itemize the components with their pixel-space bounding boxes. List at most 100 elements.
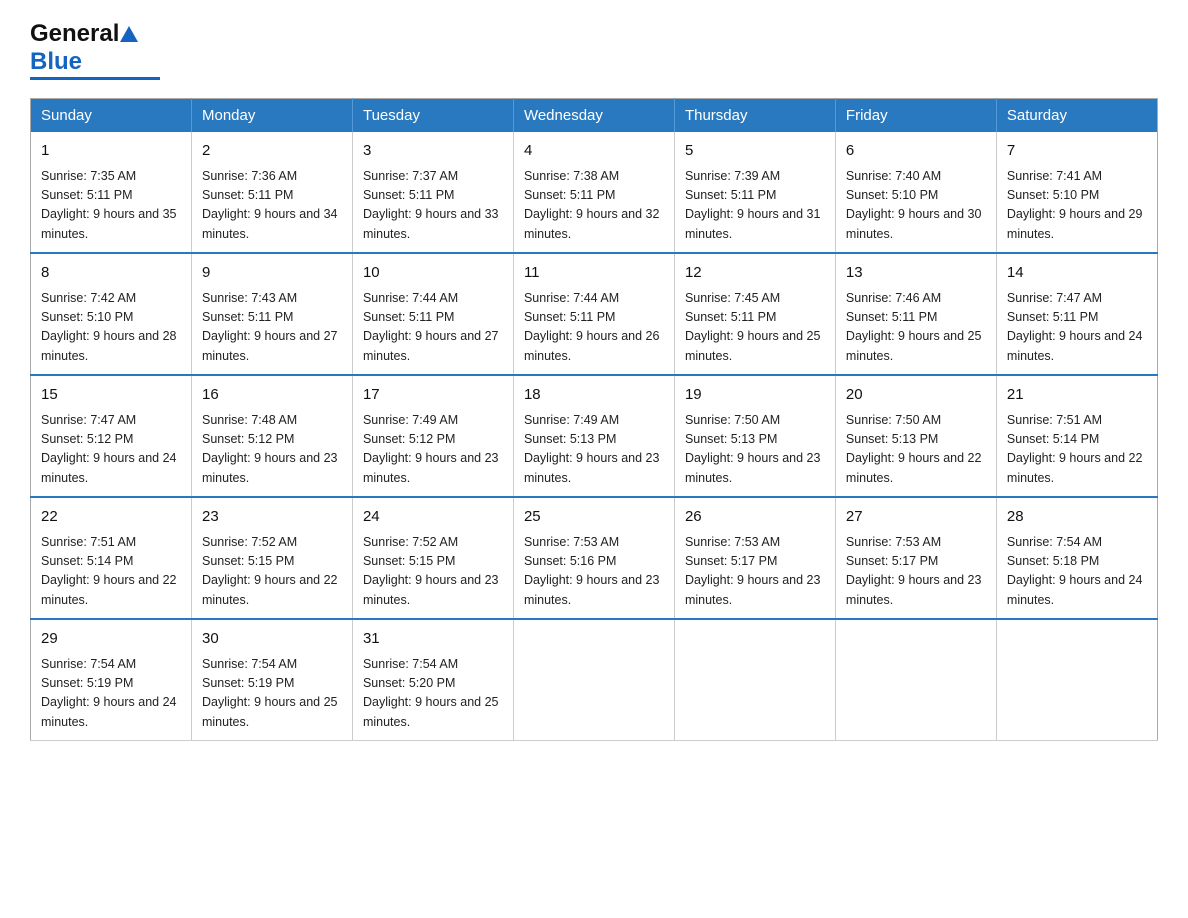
day-number: 12 <box>685 262 825 285</box>
day-number: 16 <box>202 384 342 407</box>
day-info: Sunrise: 7:35 AMSunset: 5:11 PMDaylight:… <box>41 167 181 245</box>
calendar-week-row: 1 Sunrise: 7:35 AMSunset: 5:11 PMDayligh… <box>31 132 1158 253</box>
logo: General Blue <box>30 20 160 80</box>
day-info: Sunrise: 7:53 AMSunset: 5:17 PMDaylight:… <box>846 533 986 611</box>
calendar-cell: 11 Sunrise: 7:44 AMSunset: 5:11 PMDaylig… <box>513 253 674 375</box>
day-number: 30 <box>202 628 342 651</box>
day-info: Sunrise: 7:44 AMSunset: 5:11 PMDaylight:… <box>524 289 664 367</box>
day-number: 2 <box>202 140 342 163</box>
calendar-cell: 22 Sunrise: 7:51 AMSunset: 5:14 PMDaylig… <box>31 497 192 619</box>
day-info: Sunrise: 7:36 AMSunset: 5:11 PMDaylight:… <box>202 167 342 245</box>
calendar-cell: 2 Sunrise: 7:36 AMSunset: 5:11 PMDayligh… <box>191 132 352 253</box>
calendar-cell: 3 Sunrise: 7:37 AMSunset: 5:11 PMDayligh… <box>352 132 513 253</box>
day-info: Sunrise: 7:51 AMSunset: 5:14 PMDaylight:… <box>1007 411 1147 489</box>
day-info: Sunrise: 7:51 AMSunset: 5:14 PMDaylight:… <box>41 533 181 611</box>
header-monday: Monday <box>191 99 352 133</box>
day-info: Sunrise: 7:43 AMSunset: 5:11 PMDaylight:… <box>202 289 342 367</box>
calendar-cell: 10 Sunrise: 7:44 AMSunset: 5:11 PMDaylig… <box>352 253 513 375</box>
day-info: Sunrise: 7:39 AMSunset: 5:11 PMDaylight:… <box>685 167 825 245</box>
day-info: Sunrise: 7:48 AMSunset: 5:12 PMDaylight:… <box>202 411 342 489</box>
day-info: Sunrise: 7:46 AMSunset: 5:11 PMDaylight:… <box>846 289 986 367</box>
day-info: Sunrise: 7:40 AMSunset: 5:10 PMDaylight:… <box>846 167 986 245</box>
calendar-cell: 31 Sunrise: 7:54 AMSunset: 5:20 PMDaylig… <box>352 619 513 741</box>
day-number: 7 <box>1007 140 1147 163</box>
day-info: Sunrise: 7:53 AMSunset: 5:16 PMDaylight:… <box>524 533 664 611</box>
calendar-cell: 21 Sunrise: 7:51 AMSunset: 5:14 PMDaylig… <box>996 375 1157 497</box>
day-info: Sunrise: 7:54 AMSunset: 5:20 PMDaylight:… <box>363 655 503 733</box>
day-number: 9 <box>202 262 342 285</box>
day-info: Sunrise: 7:50 AMSunset: 5:13 PMDaylight:… <box>685 411 825 489</box>
day-number: 3 <box>363 140 503 163</box>
day-info: Sunrise: 7:49 AMSunset: 5:13 PMDaylight:… <box>524 411 664 489</box>
calendar-cell: 29 Sunrise: 7:54 AMSunset: 5:19 PMDaylig… <box>31 619 192 741</box>
day-info: Sunrise: 7:45 AMSunset: 5:11 PMDaylight:… <box>685 289 825 367</box>
day-number: 13 <box>846 262 986 285</box>
calendar-cell <box>996 619 1157 741</box>
calendar-cell: 13 Sunrise: 7:46 AMSunset: 5:11 PMDaylig… <box>835 253 996 375</box>
day-number: 1 <box>41 140 181 163</box>
day-info: Sunrise: 7:37 AMSunset: 5:11 PMDaylight:… <box>363 167 503 245</box>
calendar-cell: 24 Sunrise: 7:52 AMSunset: 5:15 PMDaylig… <box>352 497 513 619</box>
logo-blue-text: Blue <box>30 48 82 75</box>
day-number: 24 <box>363 506 503 529</box>
calendar-week-row: 15 Sunrise: 7:47 AMSunset: 5:12 PMDaylig… <box>31 375 1158 497</box>
day-number: 6 <box>846 140 986 163</box>
page-header: General Blue <box>30 20 1158 80</box>
day-info: Sunrise: 7:41 AMSunset: 5:10 PMDaylight:… <box>1007 167 1147 245</box>
calendar-cell: 26 Sunrise: 7:53 AMSunset: 5:17 PMDaylig… <box>674 497 835 619</box>
calendar-cell: 23 Sunrise: 7:52 AMSunset: 5:15 PMDaylig… <box>191 497 352 619</box>
calendar-cell: 18 Sunrise: 7:49 AMSunset: 5:13 PMDaylig… <box>513 375 674 497</box>
calendar-cell: 1 Sunrise: 7:35 AMSunset: 5:11 PMDayligh… <box>31 132 192 253</box>
day-number: 10 <box>363 262 503 285</box>
calendar-cell: 9 Sunrise: 7:43 AMSunset: 5:11 PMDayligh… <box>191 253 352 375</box>
day-info: Sunrise: 7:42 AMSunset: 5:10 PMDaylight:… <box>41 289 181 367</box>
day-number: 11 <box>524 262 664 285</box>
logo-underline <box>30 77 160 80</box>
calendar-cell: 16 Sunrise: 7:48 AMSunset: 5:12 PMDaylig… <box>191 375 352 497</box>
header-wednesday: Wednesday <box>513 99 674 133</box>
calendar-cell: 8 Sunrise: 7:42 AMSunset: 5:10 PMDayligh… <box>31 253 192 375</box>
day-number: 25 <box>524 506 664 529</box>
header-thursday: Thursday <box>674 99 835 133</box>
day-number: 15 <box>41 384 181 407</box>
calendar-week-row: 22 Sunrise: 7:51 AMSunset: 5:14 PMDaylig… <box>31 497 1158 619</box>
calendar-week-row: 8 Sunrise: 7:42 AMSunset: 5:10 PMDayligh… <box>31 253 1158 375</box>
calendar-cell: 12 Sunrise: 7:45 AMSunset: 5:11 PMDaylig… <box>674 253 835 375</box>
calendar-week-row: 29 Sunrise: 7:54 AMSunset: 5:19 PMDaylig… <box>31 619 1158 741</box>
day-number: 26 <box>685 506 825 529</box>
day-info: Sunrise: 7:54 AMSunset: 5:19 PMDaylight:… <box>41 655 181 733</box>
logo-general-text: General <box>30 20 119 48</box>
calendar-cell: 27 Sunrise: 7:53 AMSunset: 5:17 PMDaylig… <box>835 497 996 619</box>
calendar-header-row: SundayMondayTuesdayWednesdayThursdayFrid… <box>31 99 1158 133</box>
calendar-cell <box>835 619 996 741</box>
calendar-cell: 28 Sunrise: 7:54 AMSunset: 5:18 PMDaylig… <box>996 497 1157 619</box>
day-number: 28 <box>1007 506 1147 529</box>
day-info: Sunrise: 7:47 AMSunset: 5:12 PMDaylight:… <box>41 411 181 489</box>
calendar-cell: 14 Sunrise: 7:47 AMSunset: 5:11 PMDaylig… <box>996 253 1157 375</box>
calendar-cell: 19 Sunrise: 7:50 AMSunset: 5:13 PMDaylig… <box>674 375 835 497</box>
day-info: Sunrise: 7:50 AMSunset: 5:13 PMDaylight:… <box>846 411 986 489</box>
day-number: 8 <box>41 262 181 285</box>
calendar-cell: 4 Sunrise: 7:38 AMSunset: 5:11 PMDayligh… <box>513 132 674 253</box>
calendar-cell: 17 Sunrise: 7:49 AMSunset: 5:12 PMDaylig… <box>352 375 513 497</box>
day-number: 31 <box>363 628 503 651</box>
day-info: Sunrise: 7:54 AMSunset: 5:19 PMDaylight:… <box>202 655 342 733</box>
calendar-table: SundayMondayTuesdayWednesdayThursdayFrid… <box>30 98 1158 741</box>
day-number: 4 <box>524 140 664 163</box>
day-number: 29 <box>41 628 181 651</box>
day-number: 14 <box>1007 262 1147 285</box>
header-tuesday: Tuesday <box>352 99 513 133</box>
day-info: Sunrise: 7:54 AMSunset: 5:18 PMDaylight:… <box>1007 533 1147 611</box>
day-info: Sunrise: 7:52 AMSunset: 5:15 PMDaylight:… <box>202 533 342 611</box>
header-friday: Friday <box>835 99 996 133</box>
day-number: 23 <box>202 506 342 529</box>
day-info: Sunrise: 7:49 AMSunset: 5:12 PMDaylight:… <box>363 411 503 489</box>
day-info: Sunrise: 7:44 AMSunset: 5:11 PMDaylight:… <box>363 289 503 367</box>
day-number: 19 <box>685 384 825 407</box>
day-info: Sunrise: 7:53 AMSunset: 5:17 PMDaylight:… <box>685 533 825 611</box>
calendar-cell: 5 Sunrise: 7:39 AMSunset: 5:11 PMDayligh… <box>674 132 835 253</box>
calendar-cell: 7 Sunrise: 7:41 AMSunset: 5:10 PMDayligh… <box>996 132 1157 253</box>
header-saturday: Saturday <box>996 99 1157 133</box>
calendar-cell: 20 Sunrise: 7:50 AMSunset: 5:13 PMDaylig… <box>835 375 996 497</box>
day-number: 20 <box>846 384 986 407</box>
